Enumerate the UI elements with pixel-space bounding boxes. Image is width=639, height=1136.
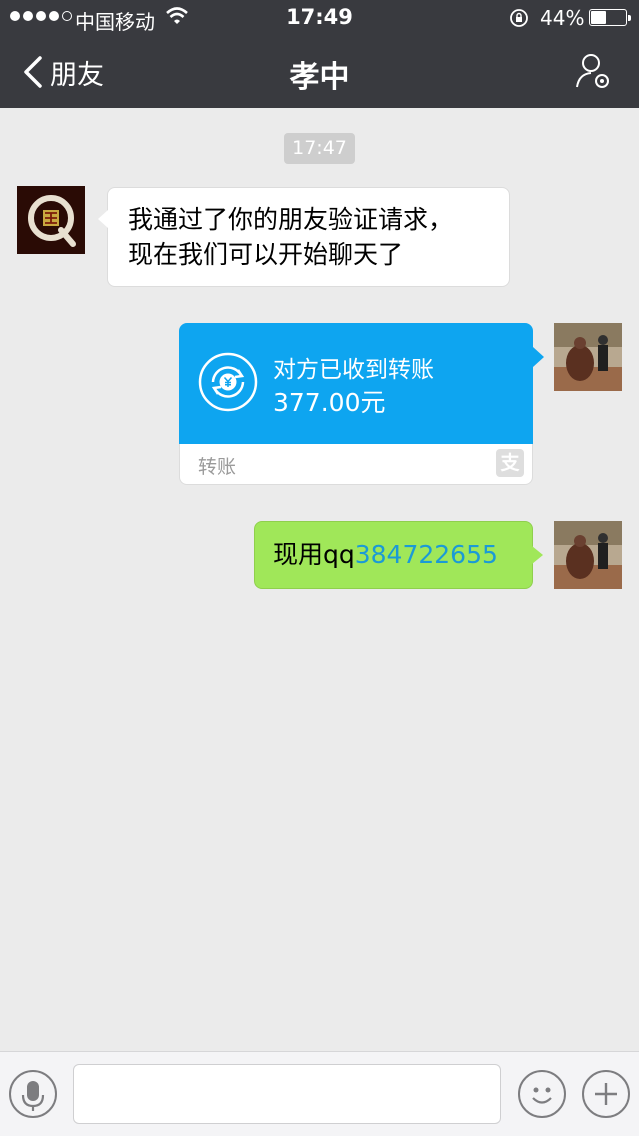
bubble-tail	[533, 347, 544, 367]
my-avatar[interactable]	[554, 323, 622, 391]
emoji-button[interactable]	[518, 1070, 566, 1118]
transfer-label: 转账	[198, 456, 237, 478]
navigation-bar: 朋友 孝中	[0, 36, 639, 108]
yen-exchange-icon	[198, 352, 258, 412]
message-line: 现在我们可以开始聊天了	[128, 240, 404, 269]
chat-title: 孝中	[289, 60, 350, 95]
battery-percent: 44%	[540, 6, 585, 30]
transfer-amount: 377.00元	[273, 388, 386, 417]
incoming-message-bubble[interactable]: 我通过了你的朋友验证请求， 现在我们可以开始聊天了	[98, 187, 510, 287]
message-input[interactable]	[73, 1064, 501, 1124]
transfer-card[interactable]: 对方已收到转账 377.00元 转账 支	[179, 323, 544, 485]
plus-icon	[595, 1083, 617, 1105]
more-options-button[interactable]	[582, 1070, 630, 1118]
rotation-lock-icon	[510, 9, 528, 27]
battery-icon	[589, 9, 631, 26]
smiley-icon	[532, 1087, 552, 1104]
transfer-card-body: 对方已收到转账 377.00元	[179, 323, 533, 444]
transfer-card-footer: 转账 支	[179, 444, 533, 485]
user-settings-icon[interactable]	[574, 51, 614, 91]
top-bar: 中国移动 17:49 44% 朋友 孝中	[0, 0, 639, 108]
my-avatar[interactable]	[554, 521, 622, 589]
microphone-icon	[21, 1081, 45, 1111]
transfer-status: 对方已收到转账	[273, 357, 434, 383]
user-photo-icon	[554, 521, 622, 589]
bubble-tail	[98, 210, 108, 228]
user-photo-icon	[554, 323, 622, 391]
q-logo-icon	[17, 186, 85, 254]
input-toolbar	[0, 1051, 639, 1136]
qq-number-link[interactable]: 384722655	[355, 540, 498, 569]
message-line: 我通过了你的朋友验证请求，	[128, 205, 454, 234]
status-bar: 中国移动 17:49 44%	[0, 0, 639, 36]
outgoing-message-bubble[interactable]: 现用qq384722655	[254, 521, 543, 589]
message-text: 现用qq	[273, 540, 355, 569]
contact-avatar[interactable]	[17, 186, 85, 254]
bubble-tail	[532, 546, 543, 564]
alipay-icon: 支	[496, 449, 524, 477]
voice-input-button[interactable]	[9, 1070, 57, 1118]
message-timestamp: 17:47	[284, 133, 355, 164]
